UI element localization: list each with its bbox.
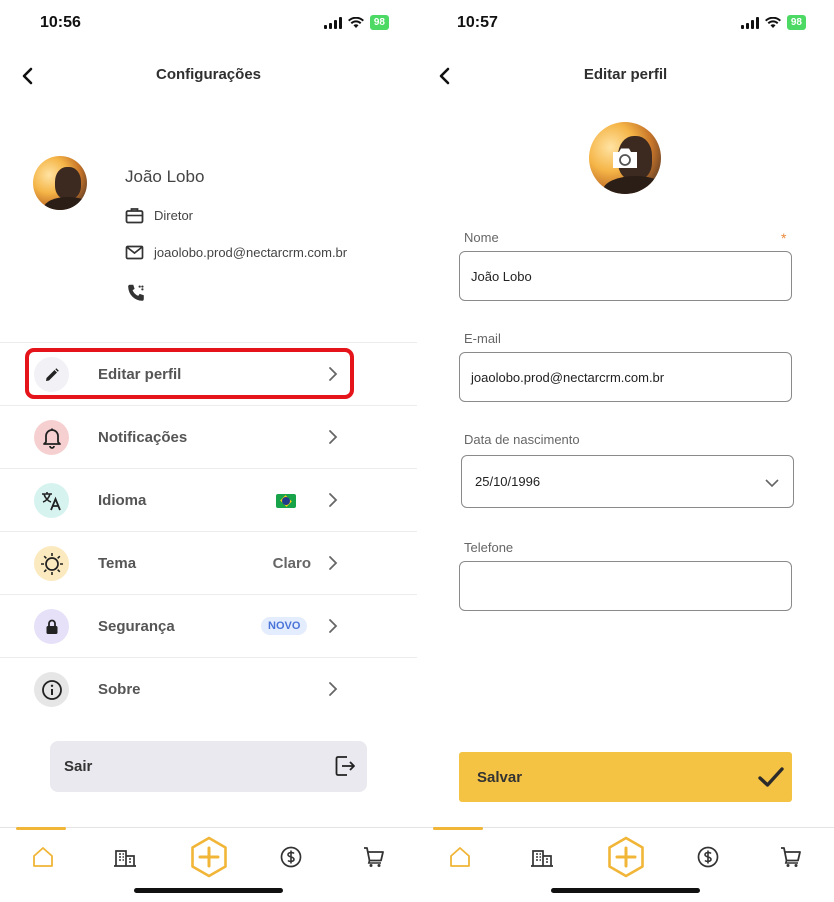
- save-label: Salvar: [477, 769, 523, 786]
- logout-label: Sair: [64, 758, 93, 775]
- email-field[interactable]: joaolobo.prod@nectarcrm.com.br: [459, 352, 792, 402]
- settings-screen: 10:56 98 Configurações João Lobo Diretor…: [0, 0, 417, 902]
- required-mark: *: [781, 230, 787, 246]
- plus-hexagon-icon: [608, 836, 644, 878]
- signal-icon: [740, 16, 759, 29]
- status-bar: 10:57 98: [417, 0, 834, 46]
- battery-icon: 98: [369, 15, 389, 30]
- cart-nav-button[interactable]: [776, 842, 806, 872]
- lock-icon: [34, 609, 69, 644]
- name-label: Nome: [464, 230, 499, 245]
- page-title: Editar perfil: [583, 66, 668, 83]
- email-label: E-mail: [464, 331, 501, 346]
- wifi-icon: [347, 16, 364, 28]
- cart-nav-button[interactable]: [359, 842, 389, 872]
- pencil-icon: [34, 357, 69, 392]
- name-field[interactable]: João Lobo: [459, 251, 792, 301]
- phone-field[interactable]: [459, 561, 792, 611]
- email-row: joaolobo.prod@nectarcrm.com.br: [125, 245, 347, 260]
- menu-item-edit-profile[interactable]: Editar perfil: [0, 342, 417, 405]
- battery-icon: 98: [786, 15, 806, 30]
- theme-value: Claro: [272, 555, 311, 572]
- birthdate-value: 25/10/1996: [475, 474, 541, 489]
- profile-email: joaolobo.prod@nectarcrm.com.br: [154, 245, 348, 260]
- chevron-right-icon: [329, 682, 338, 696]
- save-button[interactable]: Salvar: [459, 752, 792, 802]
- menu-item-about[interactable]: Sobre: [0, 657, 417, 720]
- brazil-flag-icon: [276, 494, 296, 508]
- menu-item-language[interactable]: Idioma: [0, 468, 417, 531]
- chevron-right-icon: [329, 430, 338, 444]
- menu-label: Editar perfil: [98, 366, 182, 383]
- profile-role: Diretor: [154, 208, 194, 223]
- birthdate-label: Data de nascimento: [464, 432, 580, 447]
- wifi-icon: [764, 16, 781, 28]
- nav-active-indicator: [433, 827, 483, 830]
- briefcase-icon: [125, 208, 144, 224]
- mail-icon: [125, 245, 144, 260]
- add-nav-button[interactable]: [605, 836, 647, 878]
- menu-item-theme[interactable]: Tema Claro: [0, 531, 417, 594]
- chevron-right-icon: [329, 493, 338, 507]
- companies-nav-button[interactable]: [110, 842, 140, 872]
- nav-active-indicator: [16, 827, 66, 830]
- deals-nav-button[interactable]: [693, 842, 723, 872]
- avatar-upload[interactable]: [589, 122, 661, 194]
- profile-name: João Lobo: [125, 167, 205, 186]
- birthdate-select[interactable]: 25/10/1996: [461, 455, 794, 508]
- translate-icon: [34, 483, 69, 518]
- phone-row: [125, 282, 147, 304]
- status-icons: 98: [740, 15, 806, 30]
- menu-label: Notificações: [98, 429, 188, 446]
- home-icon: [450, 847, 470, 867]
- status-time: 10:57: [457, 14, 498, 31]
- app-header: Configurações: [0, 56, 417, 96]
- deals-nav-button[interactable]: [276, 842, 306, 872]
- chevron-down-icon: [765, 479, 779, 488]
- logout-icon: [335, 756, 355, 776]
- chevron-right-icon: [329, 619, 338, 633]
- cart-icon: [364, 847, 384, 867]
- add-nav-button[interactable]: [188, 836, 230, 878]
- checkmark-icon: [758, 767, 784, 787]
- status-bar: 10:56 98: [0, 0, 417, 46]
- home-indicator: [551, 888, 700, 893]
- status-icons: 98: [323, 15, 389, 30]
- camera-icon: [613, 148, 637, 168]
- role-row: Diretor: [125, 207, 193, 224]
- menu-label: Tema: [98, 555, 137, 572]
- menu-item-security[interactable]: Segurança NOVO: [0, 594, 417, 657]
- settings-menu: Editar perfil Notificações Idioma Tema C…: [0, 342, 417, 720]
- home-nav-button[interactable]: [445, 842, 475, 872]
- home-indicator: [134, 888, 283, 893]
- phone-label: Telefone: [464, 540, 514, 555]
- app-header: Editar perfil: [417, 56, 834, 96]
- logout-button[interactable]: Sair: [50, 741, 367, 792]
- building-icon: [114, 850, 136, 867]
- status-time: 10:56: [40, 14, 81, 31]
- signal-icon: [323, 16, 342, 29]
- chevron-right-icon: [329, 367, 338, 381]
- menu-label: Idioma: [98, 492, 147, 509]
- companies-nav-button[interactable]: [527, 842, 557, 872]
- cart-icon: [781, 847, 801, 867]
- chevron-right-icon: [329, 556, 338, 570]
- bell-icon: [34, 420, 69, 455]
- avatar: [33, 156, 87, 210]
- phone-icon: [128, 284, 144, 301]
- plus-hexagon-icon: [191, 836, 227, 878]
- menu-item-notifications[interactable]: Notificações: [0, 405, 417, 468]
- new-badge: NOVO: [261, 617, 308, 635]
- dollar-circle-icon: [697, 846, 719, 868]
- dollar-circle-icon: [280, 846, 302, 868]
- page-title: Configurações: [155, 66, 261, 83]
- menu-label: Sobre: [98, 681, 141, 698]
- info-icon: [34, 672, 69, 707]
- building-icon: [531, 850, 553, 867]
- home-nav-button[interactable]: [28, 842, 58, 872]
- sun-icon: [34, 546, 69, 581]
- menu-label: Segurança: [98, 618, 175, 635]
- home-icon: [33, 847, 53, 867]
